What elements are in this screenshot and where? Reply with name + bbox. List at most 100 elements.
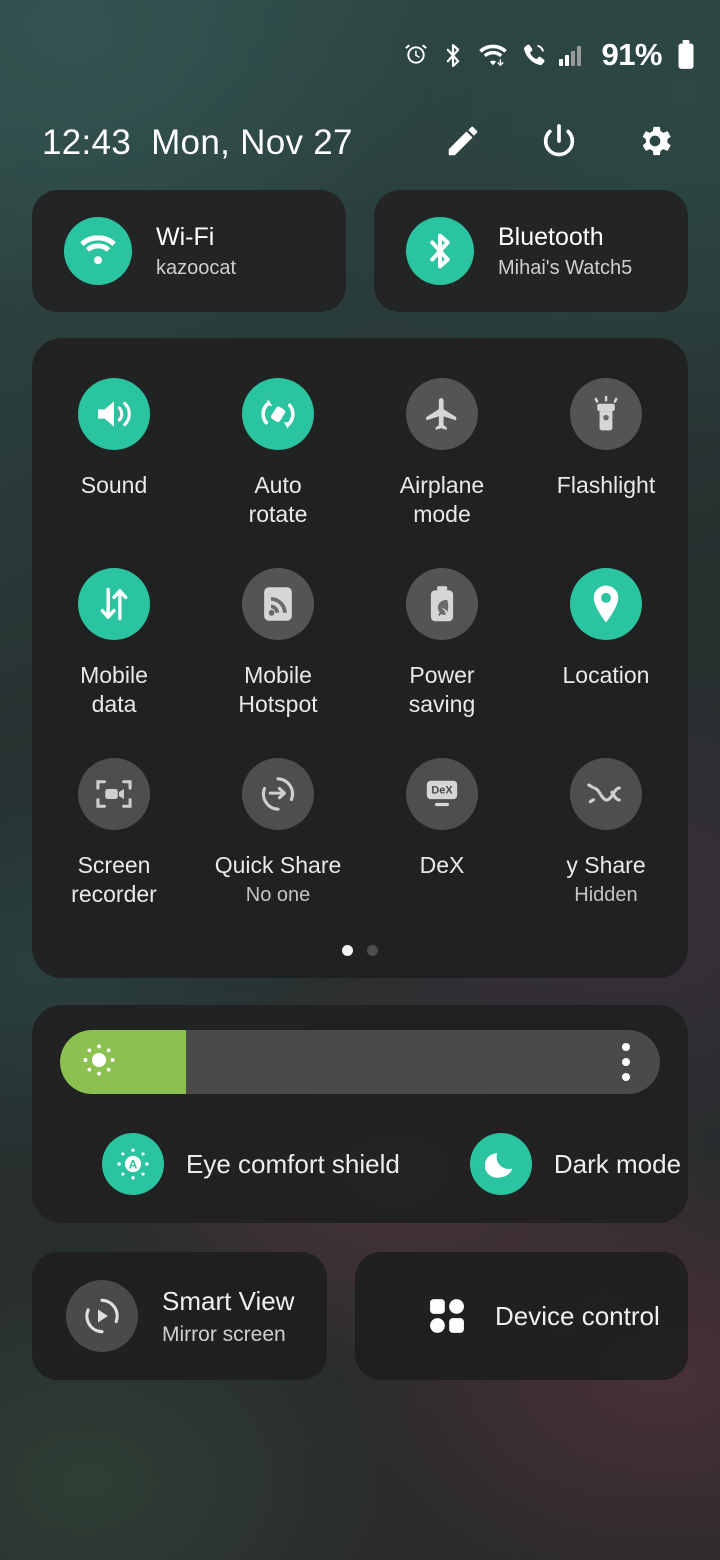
page-dot-2[interactable] — [367, 945, 378, 956]
wifi-title: Wi-Fi — [156, 222, 215, 251]
music-share-icon — [570, 758, 642, 830]
settings-button[interactable] — [634, 122, 676, 164]
power-icon — [539, 121, 579, 166]
device-control-card[interactable]: Device control — [355, 1252, 688, 1380]
tile-label: Power saving — [408, 662, 476, 717]
tile-label: Screen recorder — [71, 852, 157, 907]
location-pin-icon — [570, 568, 642, 640]
connection-cards: Wi-Fi kazoocat Bluetooth Mihai's Watch5 — [32, 190, 688, 312]
smart-view-text: Smart View Mirror screen — [162, 1286, 294, 1347]
tile-label: Quick Share — [214, 852, 342, 878]
clock-time: 12:43 — [42, 123, 132, 162]
wifi-icon — [64, 217, 132, 285]
signal-icon — [558, 42, 585, 68]
eye-comfort-icon: A — [102, 1133, 164, 1195]
moon-icon — [469, 1133, 532, 1195]
quick-share-icon — [242, 758, 314, 830]
clock-date: Mon, Nov 27 — [151, 123, 353, 162]
svg-text:A: A — [129, 1158, 138, 1171]
tile-row-2: Mobile data Mobile Hotspot Power saving … — [32, 568, 688, 758]
tile-label: Sound — [80, 472, 148, 498]
dex-icon: DeX — [406, 758, 478, 830]
device-control-icon — [427, 1296, 467, 1336]
tile-row-1: Sound Auto rotate Airplane mode Flashlig… — [32, 378, 688, 568]
tile-label: DeX — [419, 852, 465, 878]
airplane-icon — [406, 378, 478, 450]
brightness-sun-icon — [82, 1043, 116, 1082]
tile-power-saving[interactable]: Power saving — [360, 568, 524, 758]
flashlight-icon — [570, 378, 642, 450]
battery-icon — [676, 40, 696, 70]
smart-view-icon — [66, 1280, 138, 1352]
brightness-panel: A Eye comfort shield Dark mode — [32, 1005, 688, 1223]
smart-view-card[interactable]: Smart View Mirror screen — [32, 1252, 327, 1380]
bluetooth-icon — [441, 42, 465, 69]
tile-location[interactable]: Location — [524, 568, 688, 758]
pencil-icon — [444, 122, 482, 165]
brightness-slider-fill — [60, 1030, 186, 1094]
quick-settings-grid: Sound Auto rotate Airplane mode Flashlig… — [32, 338, 688, 978]
auto-rotate-icon — [242, 378, 314, 450]
tile-sound[interactable]: Sound — [32, 378, 196, 568]
panel-header: 12:43 Mon, Nov 27 — [0, 112, 720, 174]
tile-label: Auto rotate — [248, 472, 308, 527]
smart-view-title: Smart View — [162, 1285, 295, 1316]
tile-airplane-mode[interactable]: Airplane mode — [360, 378, 524, 568]
tile-label: y Share — [566, 852, 646, 878]
bluetooth-icon — [406, 217, 474, 285]
bluetooth-title: Bluetooth — [498, 222, 604, 251]
clock-area[interactable]: 12:43 Mon, Nov 27 — [0, 123, 353, 163]
device-control-title: Device control — [495, 1300, 660, 1331]
more-options-icon[interactable] — [622, 1043, 630, 1081]
tile-sublabel: No one — [245, 884, 311, 906]
bluetooth-device-name: Mihai's Watch5 — [498, 256, 633, 279]
wifi-card[interactable]: Wi-Fi kazoocat — [32, 190, 346, 312]
alarm-icon — [403, 42, 429, 68]
call-icon — [521, 42, 546, 69]
tile-auto-rotate[interactable]: Auto rotate — [196, 378, 360, 568]
dark-mode-label: Dark mode — [553, 1148, 682, 1179]
wifi-network-name: kazoocat — [156, 256, 237, 279]
tile-row-3: Screen recorder Quick Share No one DeX D… — [32, 758, 688, 948]
tile-label: Mobile Hotspot — [238, 662, 318, 717]
tile-mobile-data[interactable]: Mobile data — [32, 568, 196, 758]
gear-icon — [635, 121, 675, 166]
brightness-slider[interactable] — [60, 1030, 660, 1094]
tile-label: Location — [562, 662, 650, 688]
dark-mode-toggle[interactable]: Dark mode — [400, 1133, 688, 1195]
eye-comfort-shield-label: Eye comfort shield — [186, 1148, 400, 1179]
tile-screen-recorder[interactable]: Screen recorder — [32, 758, 196, 948]
tile-flashlight[interactable]: Flashlight — [524, 378, 688, 568]
screen-recorder-icon — [78, 758, 150, 830]
volume-icon — [78, 378, 150, 450]
tile-sublabel: Hidden — [574, 884, 638, 906]
quick-settings-panel: 91% 12:43 Mon, Nov 27 Wi-Fi kazoocat Blu… — [0, 0, 720, 1560]
tile-mobile-hotspot[interactable]: Mobile Hotspot — [196, 568, 360, 758]
hotspot-icon — [242, 568, 314, 640]
edit-button[interactable] — [442, 122, 484, 164]
tile-dex[interactable]: DeX DeX — [360, 758, 524, 948]
device-control-text: Device control — [495, 1301, 660, 1332]
bluetooth-card[interactable]: Bluetooth Mihai's Watch5 — [374, 190, 688, 312]
tile-quick-share[interactable]: Quick Share No one — [196, 758, 360, 948]
eye-comfort-shield-toggle[interactable]: A Eye comfort shield — [32, 1133, 400, 1195]
page-dot-1[interactable] — [342, 945, 353, 956]
status-bar: 91% — [0, 0, 720, 110]
tile-label: Flashlight — [556, 472, 656, 498]
wifi-icon — [477, 42, 509, 69]
display-mode-row: A Eye comfort shield Dark mode — [32, 1123, 688, 1205]
bottom-cards: Smart View Mirror screen Device control — [32, 1252, 688, 1380]
tile-music-share[interactable]: y Share Hidden — [524, 758, 688, 948]
smart-view-subtitle: Mirror screen — [162, 1322, 286, 1346]
battery-leaf-icon — [406, 568, 478, 640]
svg-text:DeX: DeX — [431, 785, 453, 797]
data-arrows-icon — [78, 568, 150, 640]
battery-percent-label: 91% — [601, 37, 662, 72]
tile-label: Mobile data — [80, 662, 148, 717]
power-button[interactable] — [538, 122, 580, 164]
wifi-text: Wi-Fi kazoocat — [156, 223, 236, 280]
header-actions — [442, 122, 720, 164]
tile-label: Airplane mode — [399, 472, 485, 527]
bluetooth-text: Bluetooth Mihai's Watch5 — [498, 223, 632, 280]
page-indicator[interactable] — [32, 945, 688, 956]
